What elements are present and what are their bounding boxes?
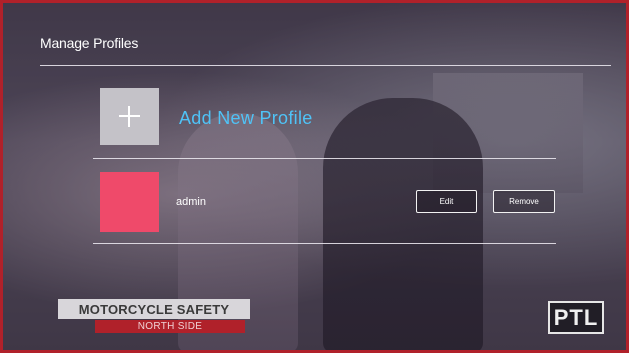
add-profile-button[interactable]: Add New Profile [179, 108, 313, 129]
header-divider [40, 65, 611, 66]
ticker-subtitle: NORTH SIDE [95, 320, 245, 333]
background-dim-overlay [3, 3, 626, 350]
news-ticker: MOTORCYCLE SAFETY NORTH SIDE [58, 299, 250, 333]
profile-avatar[interactable] [100, 172, 159, 232]
row-divider [93, 243, 556, 244]
ticker-title: MOTORCYCLE SAFETY [58, 299, 250, 319]
remove-profile-button[interactable]: Remove [493, 190, 555, 213]
edit-profile-button[interactable]: Edit [416, 190, 477, 213]
add-profile-tile[interactable] [100, 88, 159, 145]
profile-name: admin [176, 196, 206, 208]
plus-icon [128, 106, 130, 127]
channel-logo: PTL [548, 301, 604, 334]
page-title: Manage Profiles [40, 35, 139, 51]
row-divider [93, 158, 556, 159]
profiles-screen: Manage Profiles Add New Profile admin Ed… [0, 0, 629, 353]
